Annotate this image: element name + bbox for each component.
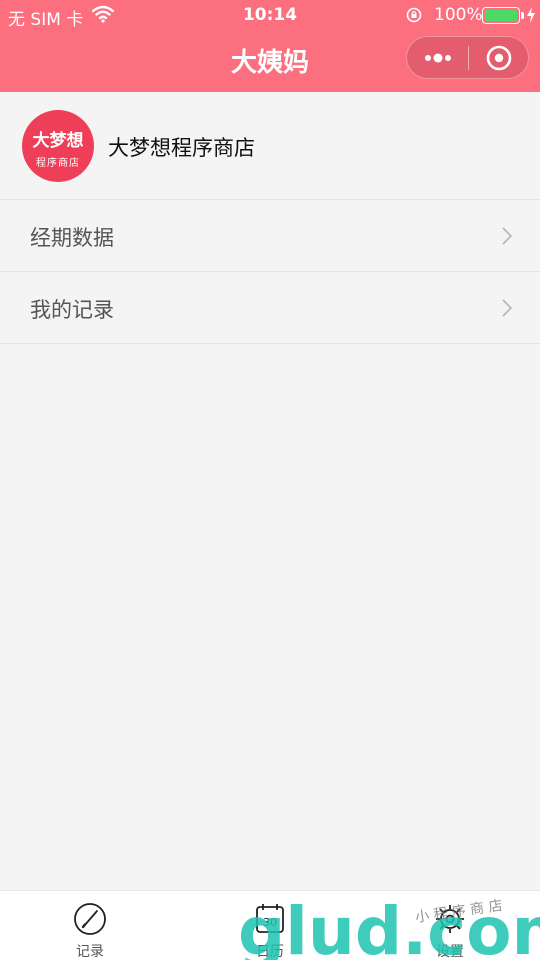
charging-bolt-icon (527, 7, 535, 23)
calendar-icon-number: 30 (263, 916, 277, 929)
battery-icon (482, 7, 520, 24)
record-icon (74, 903, 106, 935)
more-options-button[interactable] (407, 37, 468, 78)
tab-record[interactable]: 记录 (0, 891, 180, 960)
chevron-right-icon (502, 299, 513, 317)
tab-label: 日历 (256, 944, 284, 960)
mini-program-capsule (406, 36, 529, 79)
nav-bar: 大姨妈 (0, 30, 540, 92)
avatar-text-main: 大梦想 (32, 131, 84, 151)
rotation-lock-icon (406, 7, 422, 23)
close-mini-program-button[interactable] (469, 37, 529, 78)
avatar-text-sub: 程序商店 (36, 158, 80, 169)
profile-name: 大梦想程序商店 (108, 136, 255, 160)
tab-calendar[interactable]: 30 日历 (180, 891, 360, 960)
chevron-right-icon (502, 227, 513, 245)
tab-bar: 记录 30 日历 设置 (0, 890, 540, 960)
status-bar: 无 SIM 卡 10:14 100% (0, 0, 540, 30)
battery-percent: 100% (434, 5, 483, 25)
battery-tip (521, 12, 524, 19)
menu-item-label: 我的记录 (30, 298, 114, 322)
tab-label: 记录 (76, 944, 104, 960)
profile-header: 大梦想 程序商店 大梦想程序商店 (0, 92, 540, 200)
menu-item-period-data[interactable]: 经期数据 (0, 200, 540, 272)
calendar-icon: 30 (256, 904, 284, 933)
settings-icon (436, 905, 464, 933)
menu-item-my-records[interactable]: 我的记录 (0, 272, 540, 344)
menu-item-label: 经期数据 (30, 226, 114, 250)
tab-label: 设置 (436, 944, 464, 960)
tab-settings[interactable]: 设置 (360, 891, 540, 960)
avatar: 大梦想 程序商店 (22, 110, 94, 182)
